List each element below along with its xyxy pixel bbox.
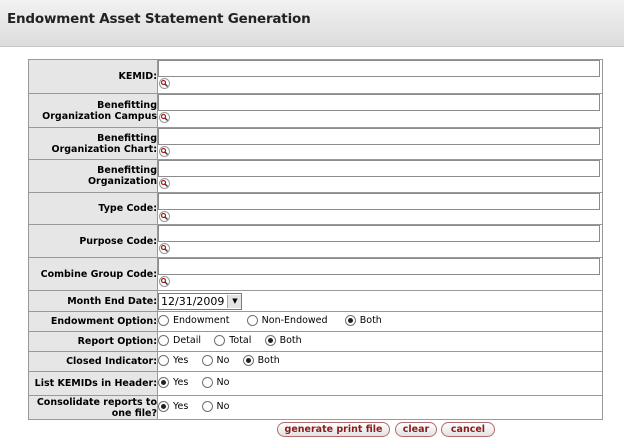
campus-row: Benefitting Organization Campus bbox=[28, 93, 603, 128]
consolidate-label: Consolidate reports to one file? bbox=[28, 395, 158, 420]
report-both-radio-label: Both bbox=[279, 334, 302, 346]
total-radio[interactable] bbox=[214, 334, 226, 346]
type-code-label: Type Code: bbox=[28, 192, 158, 225]
report-both-radio[interactable] bbox=[264, 334, 276, 346]
purpose-code-label: Purpose Code: bbox=[28, 224, 158, 258]
closed-both-radio-label: Both bbox=[257, 354, 280, 366]
non-endowed-radio-label: Non-Endowed bbox=[261, 314, 328, 326]
chart-label: Benefitting Organization Chart: bbox=[28, 127, 158, 160]
list-kemids-yes-radio[interactable] bbox=[158, 376, 169, 388]
consolidate-no-radio[interactable] bbox=[201, 400, 213, 412]
type-code-row: Type Code: bbox=[28, 192, 603, 225]
type-code-input[interactable] bbox=[158, 193, 600, 210]
endowment-radio[interactable] bbox=[158, 314, 169, 326]
month-end-value: 12/31/2009 bbox=[161, 294, 225, 308]
campus-lookup-magnifier-icon[interactable] bbox=[159, 112, 170, 123]
organization-row: Benefitting Organization bbox=[28, 159, 603, 193]
campus-input[interactable] bbox=[158, 94, 600, 111]
consolidate-yes-radio-label: Yes bbox=[173, 400, 189, 412]
kemid-label: KEMID: bbox=[28, 59, 158, 94]
detail-radio[interactable] bbox=[158, 334, 169, 346]
closed-indicator-label: Closed Indicator: bbox=[28, 351, 158, 372]
page-header: Endowment Asset Statement Generation bbox=[0, 0, 624, 47]
purpose-code-row: Purpose Code: bbox=[28, 224, 603, 258]
chart-row: Benefitting Organization Chart: bbox=[28, 127, 603, 160]
endowment-option-row: Endowment Option: Endowment Non-Endowed … bbox=[28, 311, 603, 332]
cancel-button[interactable]: cancel bbox=[441, 422, 495, 437]
closed-yes-radio-label: Yes bbox=[173, 354, 189, 366]
endowment-both-radio-label: Both bbox=[359, 314, 382, 326]
closed-no-radio[interactable] bbox=[201, 354, 213, 366]
list-kemids-no-radio[interactable] bbox=[201, 376, 213, 388]
list-kemids-row: List KEMIDs in Header: Yes No bbox=[28, 371, 603, 396]
generate-print-file-button[interactable]: generate print file bbox=[277, 422, 390, 437]
total-radio-label: Total bbox=[229, 334, 252, 346]
clear-button[interactable]: clear bbox=[395, 422, 437, 437]
kemid-input[interactable] bbox=[158, 60, 600, 77]
chevron-down-icon[interactable]: ▼ bbox=[227, 294, 242, 308]
closed-yes-radio[interactable] bbox=[158, 354, 169, 366]
combine-group-label: Combine Group Code: bbox=[28, 257, 158, 291]
organization-lookup-magnifier-icon[interactable] bbox=[159, 178, 170, 189]
closed-both-radio[interactable] bbox=[242, 354, 254, 366]
type-code-lookup-magnifier-icon[interactable] bbox=[159, 211, 170, 222]
chart-input[interactable] bbox=[158, 128, 600, 145]
organization-label: Benefitting Organization bbox=[28, 159, 158, 193]
month-end-row: Month End Date: 12/31/2009 ▼ bbox=[28, 290, 603, 312]
report-option-label: Report Option: bbox=[28, 331, 158, 352]
consolidate-row: Consolidate reports to one file? Yes No bbox=[28, 395, 603, 420]
closed-no-radio-label: No bbox=[216, 354, 230, 366]
consolidate-yes-radio[interactable] bbox=[158, 400, 169, 412]
closed-indicator-row: Closed Indicator: Yes No Both bbox=[28, 351, 603, 372]
campus-label: Benefitting Organization Campus bbox=[28, 93, 158, 128]
combine-group-row: Combine Group Code: bbox=[28, 257, 603, 291]
list-kemids-yes-radio-label: Yes bbox=[173, 376, 189, 388]
month-end-label: Month End Date: bbox=[28, 290, 158, 312]
non-endowed-radio[interactable] bbox=[246, 314, 258, 326]
statement-form: KEMID: Benefitting Organization Campus B… bbox=[28, 59, 603, 420]
purpose-code-lookup-magnifier-icon[interactable] bbox=[159, 243, 170, 254]
organization-input[interactable] bbox=[158, 160, 600, 177]
purpose-code-input[interactable] bbox=[158, 225, 600, 242]
page-title: Endowment Asset Statement Generation bbox=[7, 11, 311, 27]
consolidate-no-radio-label: No bbox=[216, 400, 230, 412]
endowment-radio-label: Endowment bbox=[173, 314, 230, 326]
endowment-option-label: Endowment Option: bbox=[28, 311, 158, 332]
month-end-select[interactable]: 12/31/2009 ▼ bbox=[158, 292, 243, 310]
endowment-both-radio[interactable] bbox=[344, 314, 356, 326]
combine-group-input[interactable] bbox=[158, 258, 600, 275]
list-kemids-label: List KEMIDs in Header: bbox=[28, 371, 158, 396]
kemid-row: KEMID: bbox=[28, 59, 603, 94]
report-option-row: Report Option: Detail Total Both bbox=[28, 331, 603, 352]
chart-lookup-magnifier-icon[interactable] bbox=[159, 146, 170, 157]
detail-radio-label: Detail bbox=[173, 334, 201, 346]
kemid-lookup-magnifier-icon[interactable] bbox=[159, 78, 170, 89]
combine-group-lookup-magnifier-icon[interactable] bbox=[159, 276, 170, 287]
list-kemids-no-radio-label: No bbox=[216, 376, 230, 388]
